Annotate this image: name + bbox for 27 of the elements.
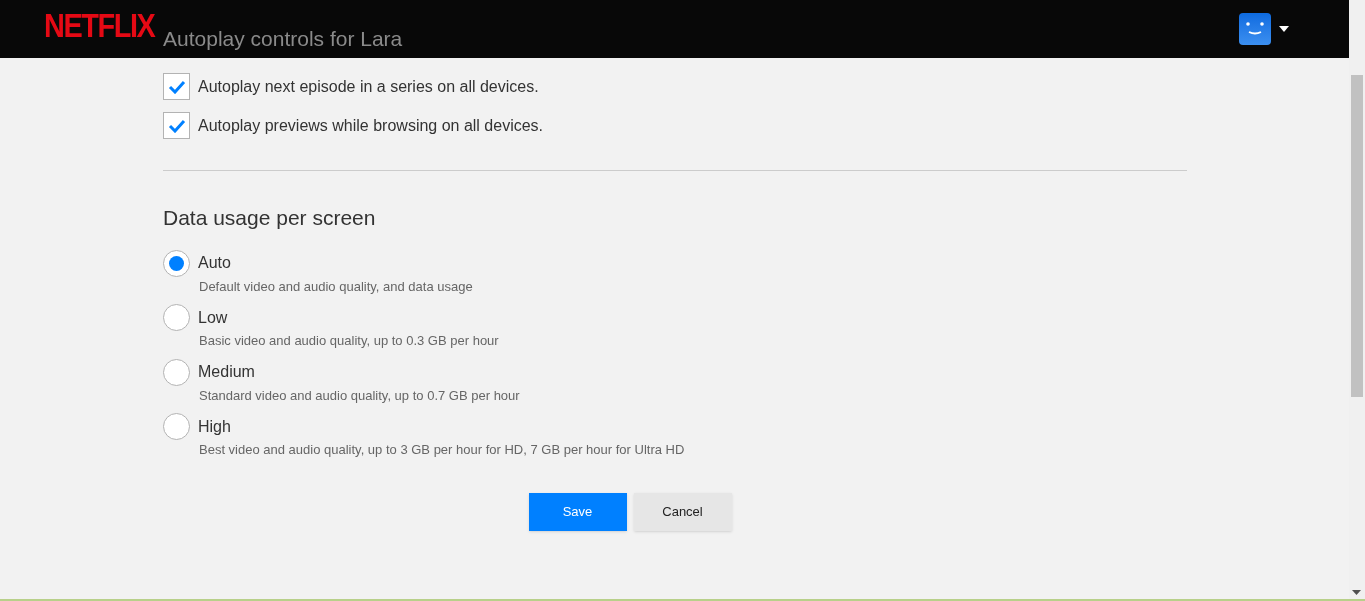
- save-button[interactable]: Save: [528, 492, 627, 531]
- option-label: High: [198, 416, 231, 437]
- netflix-logo[interactable]: NETFLIX: [44, 8, 155, 42]
- option-label: Medium: [198, 362, 255, 382]
- option-label: Auto: [198, 253, 231, 273]
- option-description: Basic video and audio quality, up to 0.3 GB per hour: [199, 332, 500, 350]
- radio-button[interactable]: [163, 358, 190, 386]
- option-description: Standard video and audio quality, up to 0.7 GB per hour: [199, 386, 521, 405]
- checkbox[interactable]: [163, 73, 190, 100]
- cancel-button[interactable]: Cancel: [633, 492, 732, 531]
- scroll-down-arrow-icon[interactable]: [1352, 590, 1361, 595]
- radio-button[interactable]: [163, 304, 190, 331]
- checkmark-icon: [167, 79, 186, 94]
- caret-icon[interactable]: [1279, 26, 1289, 32]
- checkbox-label: Autoplay previews while browsing on all devices.: [198, 115, 544, 136]
- checkbox-label: Autoplay next episode in a series on all devices.: [198, 76, 539, 97]
- checkmark-icon: [167, 118, 186, 133]
- option-description: Default video and audio quality, and data usage: [199, 277, 474, 296]
- radio-button[interactable]: [163, 249, 190, 277]
- avatar-icon[interactable]: [1239, 13, 1271, 45]
- section-heading: Data usage per screen: [163, 205, 377, 231]
- option-description: Best video and audio quality, up to 3 GB per hour for HD, 7 GB per hour for Ultra HD: [199, 441, 686, 459]
- option-label: Low: [198, 307, 228, 328]
- checkbox[interactable]: [163, 112, 190, 139]
- radio-button[interactable]: [163, 413, 190, 440]
- scrollbar-thumb[interactable]: [1351, 75, 1363, 397]
- section-heading: Autoplay controls for Lara: [163, 28, 403, 49]
